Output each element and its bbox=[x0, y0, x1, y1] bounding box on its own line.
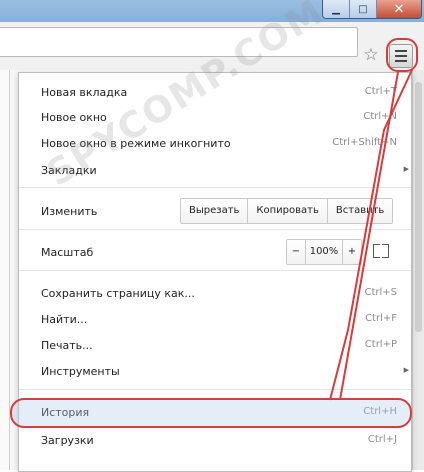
annotation-connector-line bbox=[329, 69, 413, 401]
annotation-connector-path bbox=[329, 69, 413, 401]
annotation-connector-path bbox=[339, 71, 399, 401]
